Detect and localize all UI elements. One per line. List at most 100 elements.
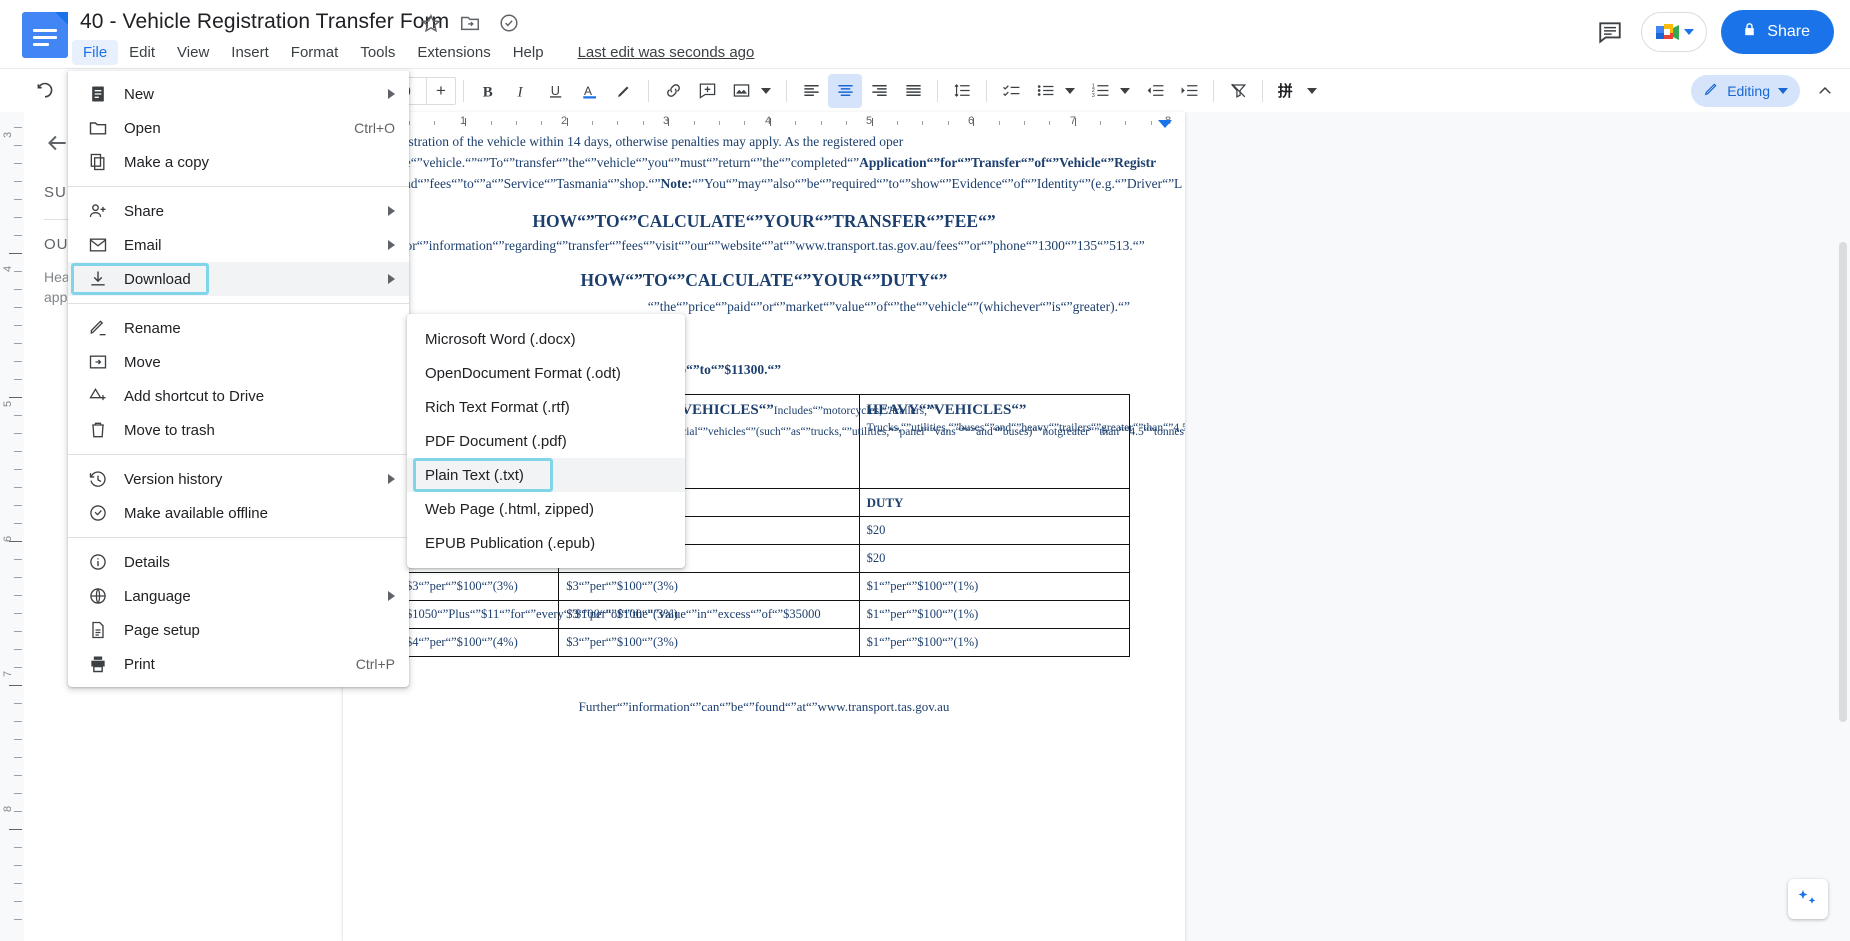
- font-size-increase-button[interactable]: +: [427, 78, 455, 104]
- close-outline-icon[interactable]: [44, 130, 70, 156]
- google-meet-button[interactable]: [1641, 12, 1708, 52]
- align-right-icon[interactable]: [862, 74, 896, 108]
- clear-formatting-icon[interactable]: [1221, 74, 1255, 108]
- highlight-color-icon[interactable]: [607, 74, 641, 108]
- document-title[interactable]: 40 - Vehicle Registration Transfer Form: [80, 10, 449, 34]
- menu-extensions[interactable]: Extensions: [406, 40, 501, 65]
- heading-duty: HOW“”TO“”CALCULATE“”YOUR“”DUTY“”: [580, 269, 948, 290]
- decrease-indent-icon[interactable]: [1138, 74, 1172, 108]
- align-center-icon[interactable]: [828, 73, 862, 108]
- share-button[interactable]: Share: [1721, 10, 1834, 54]
- file-menu-item-make-a-copy[interactable]: Make a copy: [68, 145, 409, 179]
- menu-view[interactable]: View: [166, 40, 220, 65]
- hide-menus-icon[interactable]: [1808, 74, 1842, 108]
- table-row: $3“”per“”$100“”(3%) $3“”per“”$100“”(3%) …: [397, 572, 1131, 601]
- download-submenu[interactable]: Microsoft Word (.docx) OpenDocument Form…: [407, 314, 685, 568]
- offline-check-icon: [86, 501, 110, 525]
- file-menu-item-add-shortcut-to-drive[interactable]: Add shortcut to Drive: [68, 379, 409, 413]
- italic-icon[interactable]: I: [505, 74, 539, 108]
- numbered-list-chevron-icon[interactable]: [1120, 87, 1130, 94]
- menu-help[interactable]: Help: [502, 40, 555, 65]
- checklist-icon[interactable]: [994, 74, 1028, 108]
- menu-insert[interactable]: Insert: [220, 40, 280, 65]
- file-menu-item-move[interactable]: Move: [68, 345, 409, 379]
- line-spacing-icon[interactable]: [945, 74, 979, 108]
- align-left-icon[interactable]: [794, 74, 828, 108]
- download-option-docx[interactable]: Microsoft Word (.docx): [407, 322, 685, 356]
- add-comment-icon[interactable]: [690, 74, 724, 108]
- file-menu-item-version-history[interactable]: Version history: [68, 462, 409, 496]
- menu-format[interactable]: Format: [280, 40, 350, 65]
- file-menu-item-new[interactable]: New: [68, 77, 409, 111]
- file-menu-label-new: New: [124, 85, 155, 103]
- increase-indent-icon[interactable]: [1172, 74, 1206, 108]
- file-menu-item-language[interactable]: Language: [68, 579, 409, 613]
- download-option-txt[interactable]: Plain Text (.txt): [407, 458, 685, 492]
- file-menu-label-share: Share: [124, 202, 165, 220]
- file-menu-item-share[interactable]: Share: [68, 194, 409, 228]
- last-edit-status[interactable]: Last edit was seconds ago: [578, 44, 755, 61]
- info-icon: [86, 550, 110, 574]
- download-option-html[interactable]: Web Page (.html, zipped): [407, 492, 685, 526]
- underline-icon[interactable]: U: [539, 74, 573, 108]
- text-color-icon[interactable]: A: [573, 74, 607, 108]
- input-tools-chevron-icon[interactable]: [1307, 87, 1317, 94]
- editing-mode-button[interactable]: Editing: [1691, 74, 1800, 107]
- menu-tools[interactable]: Tools: [349, 40, 406, 65]
- file-menu-label-language: Language: [124, 587, 191, 605]
- star-icon[interactable]: [420, 12, 442, 34]
- docs-logo-icon[interactable]: [22, 12, 68, 58]
- explore-button[interactable]: [1788, 879, 1828, 919]
- file-menu-item-rename[interactable]: Rename: [68, 311, 409, 345]
- bold-icon[interactable]: B: [471, 74, 505, 108]
- download-option-rtf[interactable]: Rich Text Format (.rtf): [407, 390, 685, 424]
- insert-image-icon[interactable]: [724, 74, 758, 108]
- file-menu-item-make-available-offline[interactable]: Make available offline: [68, 496, 409, 530]
- file-menu-dropdown[interactable]: New Open Ctrl+O Make a copy Share Email …: [68, 71, 409, 687]
- meet-icon: [1655, 22, 1681, 43]
- move-to-folder-icon[interactable]: [459, 12, 481, 34]
- right-indent-marker[interactable]: [1158, 120, 1172, 128]
- submenu-arrow-icon: [388, 240, 395, 250]
- file-menu-item-open[interactable]: Open Ctrl+O: [68, 111, 409, 145]
- file-menu-item-move-to-trash[interactable]: Move to trash: [68, 413, 409, 447]
- file-menu-label-rename: Rename: [124, 319, 181, 337]
- file-menu-item-page-setup[interactable]: Page setup: [68, 613, 409, 647]
- cloud-saved-icon[interactable]: [498, 12, 520, 34]
- file-menu-item-email[interactable]: Email: [68, 228, 409, 262]
- file-menu-item-print[interactable]: Print Ctrl+P: [68, 647, 409, 681]
- numbered-list-icon[interactable]: 123: [1083, 74, 1117, 108]
- table-row: $1050“”Plus“”$11“”for“”every“”$100“”of“”…: [397, 599, 1131, 629]
- file-menu-divider-1: [68, 186, 409, 187]
- para-line-1: gistration of the vehicle within 14 days…: [398, 134, 904, 149]
- align-justify-icon[interactable]: [896, 74, 930, 108]
- toolbar-divider-4: [786, 79, 787, 102]
- bulleted-list-chevron-icon[interactable]: [1065, 87, 1075, 94]
- table-cell-r3c3: $1“”per“”$100“”(1%): [858, 599, 1131, 629]
- comment-history-icon[interactable]: [1593, 15, 1627, 49]
- table-header-col2: HEAVY“”VEHICLES“” Trucks,“”utilities,“”b…: [858, 394, 1185, 489]
- undo-icon[interactable]: [28, 74, 62, 108]
- download-option-odt[interactable]: OpenDocument Format (.odt): [407, 356, 685, 390]
- person-add-icon: [86, 199, 110, 223]
- insert-image-chevron-icon[interactable]: [761, 87, 771, 94]
- horizontal-ruler[interactable]: 1 2 3 4 5 6 7 8: [343, 112, 1185, 132]
- vruler-number-3: 3: [2, 131, 14, 138]
- para-note-bold: Note:: [660, 175, 692, 191]
- insert-link-icon[interactable]: [656, 74, 690, 108]
- menu-bar: File Edit View Insert Format Tools Exten…: [72, 40, 754, 65]
- file-menu-item-details[interactable]: Details: [68, 545, 409, 579]
- download-option-pdf[interactable]: PDF Document (.pdf): [407, 424, 685, 458]
- editing-mode-chevron-icon: [1778, 87, 1788, 94]
- file-menu-divider-3: [68, 454, 409, 455]
- menu-file[interactable]: File: [72, 40, 119, 65]
- vertical-scrollbar[interactable]: [1839, 242, 1847, 722]
- svg-text:U: U: [551, 82, 560, 97]
- bulleted-list-icon[interactable]: [1028, 74, 1062, 108]
- vertical-ruler[interactable]: 3 4 5 6 7 8: [0, 112, 24, 941]
- paragraph-transfer-fee-body: For“”information“”regarding“”transfer“”f…: [398, 237, 1145, 253]
- file-menu-item-download[interactable]: Download: [68, 262, 409, 296]
- download-option-epub[interactable]: EPUB Publication (.epub): [407, 526, 685, 560]
- input-tools-icon[interactable]: 拼: [1270, 74, 1304, 108]
- menu-edit[interactable]: Edit: [118, 40, 166, 65]
